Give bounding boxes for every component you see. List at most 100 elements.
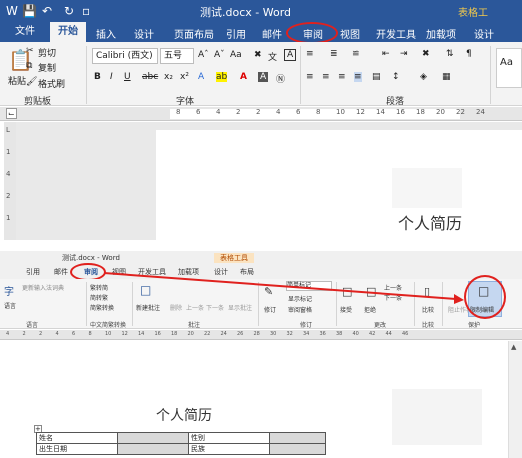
cut-button[interactable]: 剪切	[38, 46, 56, 59]
ruler-number: 2	[39, 331, 43, 337]
font-size-combo[interactable]: 五号	[160, 48, 194, 64]
decrease-indent-icon[interactable]: ⇤	[382, 49, 390, 59]
ruler-number: 20	[187, 331, 194, 337]
table-cell[interactable]	[117, 443, 189, 455]
table-tools-context-title: 表格工	[458, 8, 488, 19]
char-border-icon[interactable]: A	[284, 49, 297, 61]
change-case-icon[interactable]: Aa	[230, 50, 242, 60]
ruler-number: 22	[204, 331, 211, 337]
grow-font-icon[interactable]: Aˆ	[198, 50, 209, 60]
resume-table[interactable]: 姓名 性别 出生日期 民族	[36, 432, 326, 455]
touch-mode-icon[interactable]: ▫	[82, 4, 90, 18]
save-icon[interactable]: 💾	[22, 4, 37, 18]
char-shading-icon[interactable]: A	[258, 72, 269, 82]
copy-button[interactable]: 复制	[38, 61, 56, 74]
group-divider	[300, 46, 301, 104]
align-left-icon[interactable]: ≡	[306, 72, 314, 82]
format-painter-icon[interactable]: 🖌	[26, 77, 37, 87]
distribute-icon[interactable]: ▤	[372, 72, 381, 82]
word-icon: W	[6, 4, 18, 18]
tab-addins[interactable]: 加载项	[426, 26, 456, 41]
ruler-number: 8	[88, 331, 92, 337]
ruler-number: 34	[303, 331, 310, 337]
ruler-number: 16	[154, 331, 161, 337]
copy-icon[interactable]: ⧉	[26, 61, 32, 71]
tab-table-design[interactable]: 设计	[474, 26, 494, 41]
strikethrough-icon[interactable]: abc	[142, 72, 158, 82]
borders-icon[interactable]: ▦	[442, 72, 451, 82]
tab-insert[interactable]: 插入	[96, 26, 116, 41]
justify-icon[interactable]: ≡	[354, 72, 362, 82]
ruler-number: 6	[72, 331, 76, 337]
sort-icon[interactable]: ⇅	[446, 49, 454, 59]
superscript-icon[interactable]: x²	[180, 72, 189, 82]
ruler-number: 4	[6, 331, 10, 337]
redo-icon[interactable]: ↻	[64, 4, 74, 18]
highlight-icon[interactable]: ab	[216, 72, 228, 82]
format-painter-button[interactable]: 格式刷	[38, 77, 65, 90]
cut-icon[interactable]: ✂	[26, 46, 34, 56]
vertical-scrollbar[interactable]	[508, 341, 522, 458]
chinese-layout-icon[interactable]: ✖	[422, 49, 430, 59]
subscript-icon[interactable]: x₂	[164, 72, 173, 82]
table-row: 出生日期 民族	[36, 443, 326, 455]
ruler-number: 6	[296, 108, 301, 116]
table-cell[interactable]: 姓名	[36, 432, 118, 444]
annotation-arrow	[103, 272, 464, 304]
italic-icon[interactable]: I	[110, 72, 113, 82]
tab-file[interactable]: 文件	[0, 22, 50, 42]
enclose-char-icon[interactable]: Ⓝ	[276, 72, 285, 85]
ruler-number: 18	[171, 331, 178, 337]
underline-icon[interactable]: U	[124, 72, 131, 82]
table-cell[interactable]: 民族	[188, 443, 270, 455]
ruler-number: 22	[456, 108, 465, 116]
ruler-number: 6	[196, 108, 201, 116]
document-page[interactable]	[156, 130, 522, 240]
shading-icon[interactable]: ◈	[420, 72, 427, 82]
undo-icon[interactable]: ↶	[42, 4, 52, 18]
tab-design[interactable]: 设计	[134, 26, 154, 41]
tab-home[interactable]: 开始	[50, 22, 86, 42]
paste-button[interactable]: 粘贴	[8, 74, 26, 87]
ruler-number: 10	[336, 108, 345, 116]
ruler-number: 44	[385, 331, 392, 337]
multilevel-list-icon[interactable]: ≌	[352, 49, 360, 59]
table-cell[interactable]: 出生日期	[36, 443, 118, 455]
increase-indent-icon[interactable]: ⇥	[400, 49, 408, 59]
line-spacing-icon[interactable]: ↕	[392, 72, 400, 82]
align-right-icon[interactable]: ≡	[338, 72, 346, 82]
font-color-icon[interactable]: A	[240, 72, 247, 82]
numbering-icon[interactable]: ≣	[330, 49, 338, 59]
tab-view[interactable]: 视图	[340, 26, 360, 41]
font-name-combo[interactable]: Calibri (西文)	[92, 48, 158, 64]
table-cell[interactable]	[117, 432, 189, 444]
ruler-number: 8	[316, 108, 321, 116]
scroll-up-icon[interactable]: ▲	[511, 343, 516, 351]
show-marks-icon[interactable]: ¶	[466, 49, 472, 59]
text-effects-icon[interactable]: A	[198, 72, 204, 82]
tab-page-layout[interactable]: 页面布局	[174, 26, 214, 41]
window-title: 测试.docx - Word	[200, 6, 292, 19]
watermark-overlay	[392, 168, 462, 208]
table-cell[interactable]: 性别	[188, 432, 270, 444]
phonetic-icon[interactable]: 文	[268, 50, 277, 63]
tab-mailings[interactable]: 邮件	[262, 26, 282, 41]
vertical-ruler-number: 2	[6, 192, 11, 200]
tab-references[interactable]: 引用	[226, 26, 246, 41]
table-cell[interactable]	[269, 432, 326, 444]
table-cell[interactable]	[269, 443, 326, 455]
tab-developer[interactable]: 开发工具	[376, 26, 416, 41]
styles-gallery[interactable]: Aa	[496, 48, 522, 88]
screenshot-review-tab: 测试.docx - Word 表格工具 引用 邮件 审阅 视图 开发工具 加载项…	[0, 251, 522, 458]
clear-format-icon[interactable]: ✖	[254, 50, 262, 60]
ruler-number: 10	[105, 331, 112, 337]
ruler-number: 16	[396, 108, 405, 116]
ruler-number: 32	[286, 331, 293, 337]
shrink-font-icon[interactable]: Aˇ	[214, 50, 225, 60]
bold-icon[interactable]: B	[94, 72, 101, 82]
tab-selector-icon[interactable]: ⌙	[6, 108, 17, 119]
align-center-icon[interactable]: ≡	[322, 72, 330, 82]
bullets-icon[interactable]: ≡	[306, 49, 314, 59]
ruler-number: 14	[376, 108, 385, 116]
ruler-number: 40	[352, 331, 359, 337]
